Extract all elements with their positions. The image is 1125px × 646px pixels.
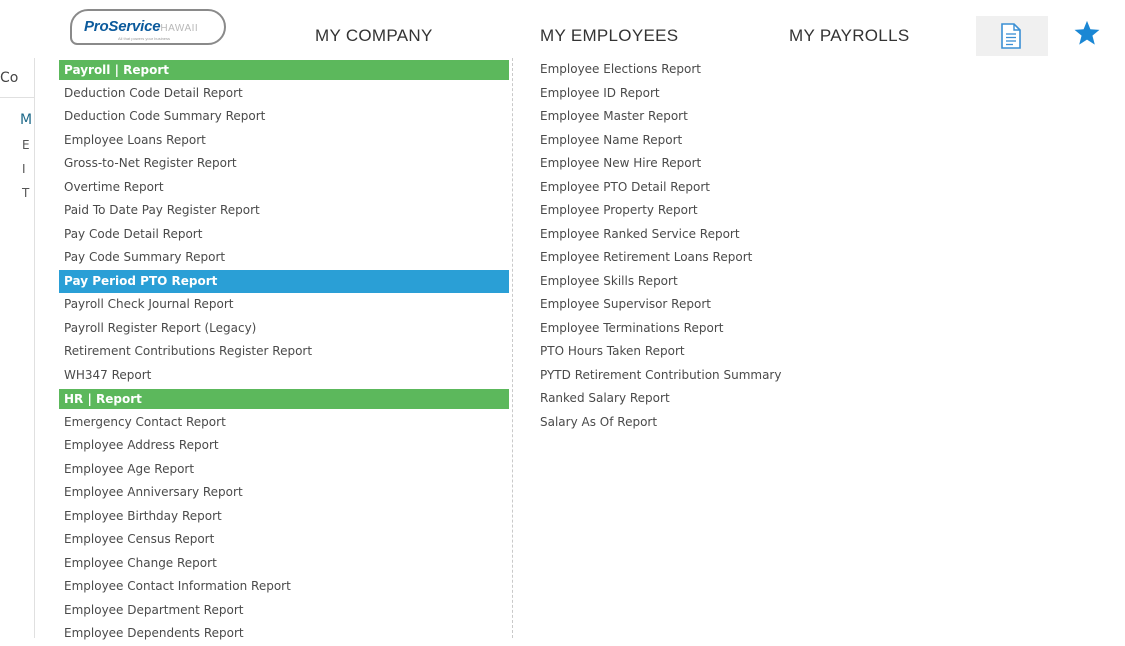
logo-tagline: All that powers your business xyxy=(118,36,171,41)
menu-item[interactable]: Pay Code Summary Report xyxy=(59,246,509,270)
menu-item[interactable]: Employee New Hire Report xyxy=(535,152,955,176)
menu-item[interactable]: Employee Age Report xyxy=(59,458,509,482)
background-text-fragment: E xyxy=(22,138,30,152)
menu-item[interactable]: Paid To Date Pay Register Report xyxy=(59,199,509,223)
menu-item[interactable]: Deduction Code Summary Report xyxy=(59,105,509,129)
menu-item[interactable]: Employee Retirement Loans Report xyxy=(535,246,955,270)
menu-item[interactable]: Employee Birthday Report xyxy=(59,505,509,529)
menu-column-right: Employee Elections Report Employee ID Rep… xyxy=(535,58,955,434)
menu-item[interactable]: PTO Hours Taken Report xyxy=(535,340,955,364)
nav-my-employees[interactable]: MY EMPLOYEES xyxy=(540,26,678,46)
menu-item[interactable]: Employee PTO Detail Report xyxy=(535,176,955,200)
menu-item[interactable]: Employee Property Report xyxy=(535,199,955,223)
column-divider xyxy=(512,58,513,638)
menu-item[interactable]: Employee Address Report xyxy=(59,434,509,458)
background-divider xyxy=(0,97,34,98)
menu-item[interactable]: Employee Ranked Service Report xyxy=(535,223,955,247)
menu-item[interactable]: Emergency Contact Report xyxy=(59,411,509,435)
logo-brand: ProService xyxy=(84,18,161,35)
menu-item[interactable]: Employee Change Report xyxy=(59,552,509,576)
menu-item[interactable]: Employee Loans Report xyxy=(59,129,509,153)
background-heading-fragment: Co xyxy=(0,70,19,86)
menu-item[interactable]: Employee Anniversary Report xyxy=(59,481,509,505)
documents-button[interactable] xyxy=(976,16,1048,56)
star-icon xyxy=(1074,20,1100,45)
document-icon xyxy=(1001,23,1021,49)
menu-item[interactable]: PYTD Retirement Contribution Summary xyxy=(535,364,955,388)
menu-item[interactable]: Deduction Code Detail Report xyxy=(59,82,509,106)
menu-item[interactable]: Employee ID Report xyxy=(535,82,955,106)
menu-item[interactable]: Gross-to-Net Register Report xyxy=(59,152,509,176)
menu-column-left: Payroll | Report Deduction Code Detail Re… xyxy=(59,58,509,646)
favorites-button[interactable] xyxy=(1073,20,1101,50)
proservice-logo[interactable]: ProServiceHAWAII All that powers your bu… xyxy=(70,9,230,49)
menu-item[interactable]: Pay Period PTO Report xyxy=(59,269,509,293)
menu-item[interactable]: Employee Department Report xyxy=(59,599,509,623)
menu-item[interactable]: Retirement Contributions Register Report xyxy=(59,340,509,364)
menu-item[interactable]: Pay Code Detail Report xyxy=(59,223,509,247)
menu-item[interactable]: Payroll Register Report (Legacy) xyxy=(59,317,509,341)
menu-item[interactable]: Employee Contact Information Report xyxy=(59,575,509,599)
menu-section-header: Payroll | Report xyxy=(59,60,509,80)
menu-item[interactable]: Overtime Report xyxy=(59,176,509,200)
nav-my-company[interactable]: MY COMPANY xyxy=(315,26,433,46)
menu-item[interactable]: WH347 Report xyxy=(59,364,509,388)
background-section-fragment: M xyxy=(20,112,33,128)
menu-item[interactable]: Ranked Salary Report xyxy=(535,387,955,411)
menu-item[interactable]: Employee Terminations Report xyxy=(535,317,955,341)
logo-wordmark: ProServiceHAWAII xyxy=(84,18,198,35)
menu-item[interactable]: Employee Master Report xyxy=(535,105,955,129)
menu-section-header: HR | Report xyxy=(59,389,509,409)
top-navigation-bar: ProServiceHAWAII All that powers your bu… xyxy=(0,0,1125,58)
menu-item[interactable]: Payroll Check Journal Report xyxy=(59,293,509,317)
background-text-fragment: I xyxy=(22,162,26,176)
menu-item[interactable]: Employee Census Report xyxy=(59,528,509,552)
logo-region: HAWAII xyxy=(160,23,199,34)
menu-item[interactable]: Employee Elections Report xyxy=(535,58,955,82)
menu-item[interactable]: Salary As Of Report xyxy=(535,411,955,435)
menu-item[interactable]: Employee Skills Report xyxy=(535,270,955,294)
nav-my-payrolls[interactable]: MY PAYROLLS xyxy=(789,26,909,46)
menu-item[interactable]: Employee Supervisor Report xyxy=(535,293,955,317)
menu-item[interactable]: Employee Dependents Report xyxy=(59,622,509,646)
reports-dropdown-menu: Payroll | Report Deduction Code Detail Re… xyxy=(34,58,1125,640)
background-text-fragment: T xyxy=(22,186,30,200)
menu-item[interactable]: Employee Name Report xyxy=(535,129,955,153)
